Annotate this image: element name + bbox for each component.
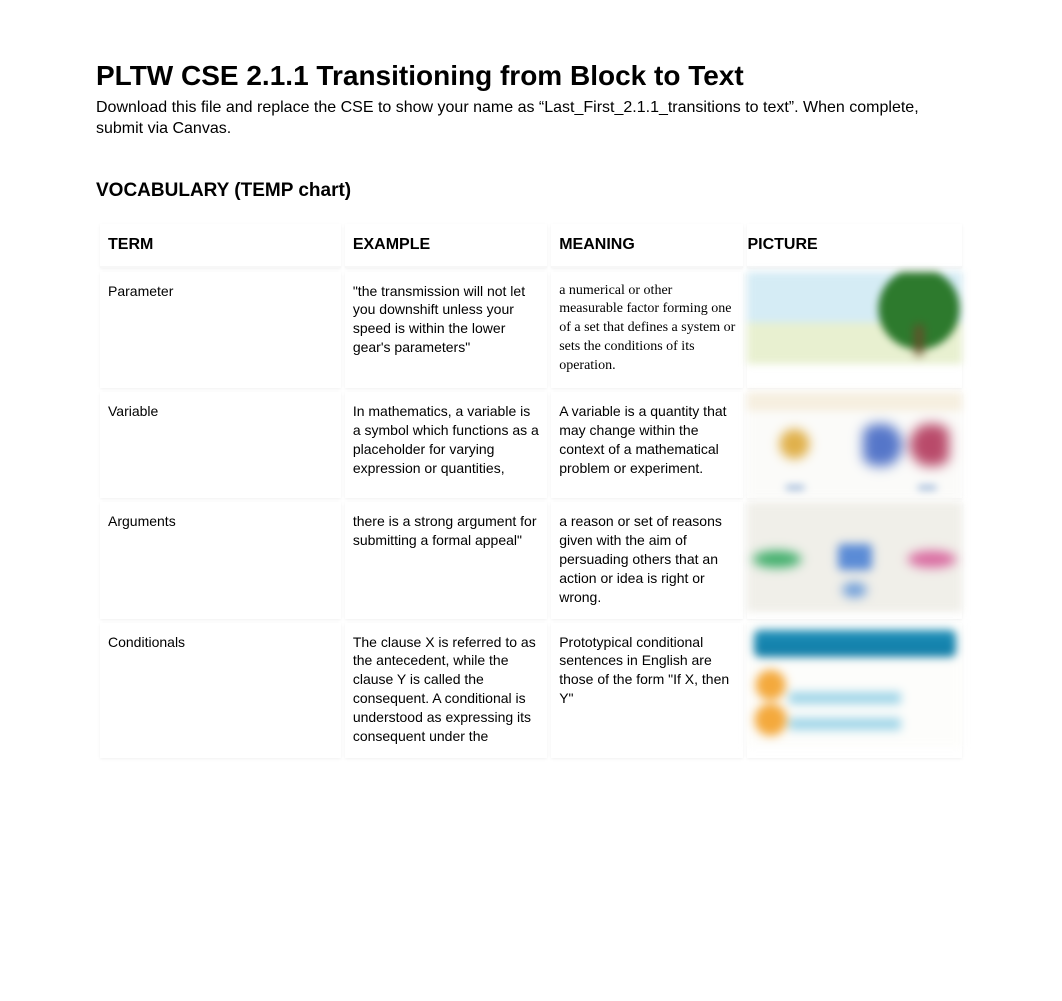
cell-picture: ▬▬▬▬ <box>747 392 962 498</box>
argument-map-icon <box>747 502 962 612</box>
col-meaning: MEANING <box>551 224 743 268</box>
col-term: TERM <box>100 224 341 268</box>
cell-term: Variable <box>100 392 341 498</box>
cell-example: The clause X is referred to as the antec… <box>345 623 547 758</box>
cell-meaning: A variable is a quantity that may change… <box>551 392 743 498</box>
table-row: Arguments there is a strong argument for… <box>100 502 962 618</box>
table-row: Parameter "the transmission will not let… <box>100 272 962 388</box>
cell-example: In mathematics, a variable is a symbol w… <box>345 392 547 498</box>
cell-term: Parameter <box>100 272 341 388</box>
vocabulary-heading: VOCABULARY (TEMP chart) <box>96 180 966 202</box>
cell-term: Arguments <box>100 502 341 618</box>
temp-chart-table: TERM EXAMPLE MEANING PICTURE Parameter "… <box>96 220 966 762</box>
cell-picture <box>747 623 962 758</box>
cell-example: "the transmission will not let you downs… <box>345 272 547 388</box>
page-subtitle: Download this file and replace the CSE t… <box>96 98 966 140</box>
table-row: Conditionals The clause X is referred to… <box>100 623 962 758</box>
cell-picture <box>747 502 962 618</box>
cell-meaning: Prototypical conditional sentences in En… <box>551 623 743 758</box>
page-title: PLTW CSE 2.1.1 Transitioning from Block … <box>96 60 966 92</box>
categorical-indicator-icon: ▬▬▬▬ <box>747 392 962 498</box>
cell-example: there is a strong argument for submittin… <box>345 502 547 618</box>
cell-picture <box>747 272 962 388</box>
cell-meaning: a numerical or other measurable factor f… <box>551 272 743 388</box>
table-header-row: TERM EXAMPLE MEANING PICTURE <box>100 224 962 268</box>
table-row: Variable In mathematics, a variable is a… <box>100 392 962 498</box>
if-then-flow-icon <box>747 623 962 747</box>
cell-term: Conditionals <box>100 623 341 758</box>
col-example: EXAMPLE <box>345 224 547 268</box>
cell-meaning: a reason or set of reasons given with th… <box>551 502 743 618</box>
col-picture: PICTURE <box>747 224 962 268</box>
tree-landscape-icon <box>747 272 962 364</box>
